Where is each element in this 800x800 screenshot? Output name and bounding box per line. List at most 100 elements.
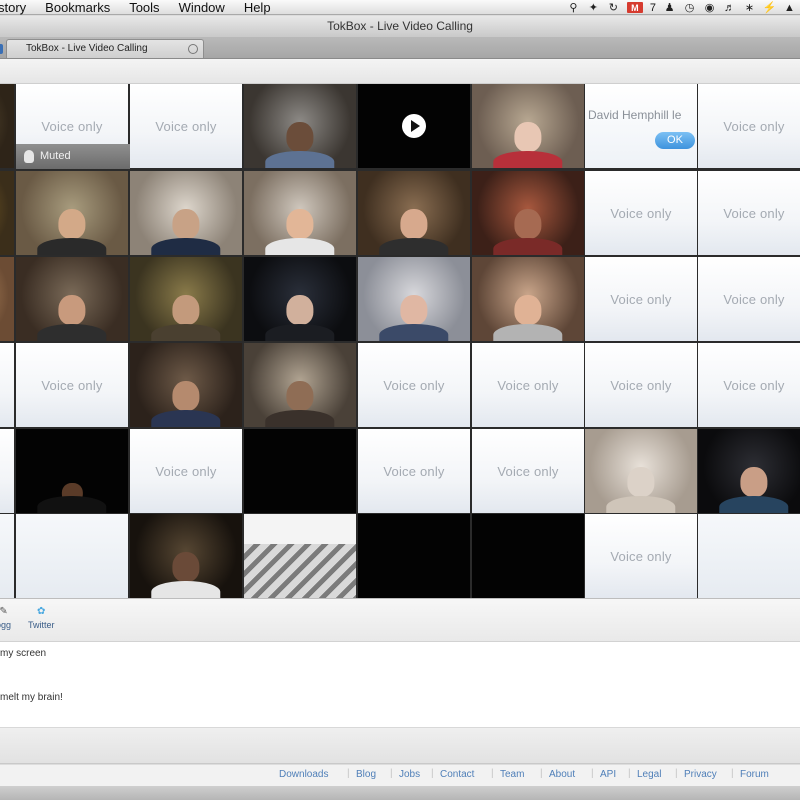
participant-silhouette [37,294,107,341]
footer-link-blog[interactable]: Blog [356,769,376,780]
menu-bookmarks[interactable]: Bookmarks [45,0,110,15]
share-bar: ✎ ogg ✿ Twitter [0,598,800,642]
menu-bar: story Bookmarks Tools Window Help ⚲ ✦ ↻ … [0,0,800,15]
footer-link-api[interactable]: API [600,769,616,780]
footer-separator: | [431,768,434,779]
voice-only-label: Voice only [610,377,672,393]
footer-link-jobs[interactable]: Jobs [399,769,420,780]
dark-video-tile[interactable] [16,429,128,513]
speaker-icon[interactable]: ♬ [723,1,736,14]
voice-only-tile[interactable]: Voice only [358,343,470,427]
voice-only-tile[interactable]: Voice only [358,429,470,513]
participant-video-tile[interactable] [244,257,356,341]
participant-video-tile[interactable] [0,171,14,255]
participant-video-tile[interactable] [472,257,584,341]
participant-silhouette [265,380,335,427]
footer-link-downloads[interactable]: Downloads [279,769,328,780]
user-icon[interactable]: ♟ [663,1,676,14]
voice-only-tile[interactable]: Voice only [698,343,800,427]
voice-only-tile[interactable]: Voice only [472,429,584,513]
menu-help[interactable]: Help [244,0,271,15]
menu-tools[interactable]: Tools [129,0,159,15]
footer-separator: | [628,768,631,779]
participant-video-tile[interactable] [244,171,356,255]
voice-only-label: Voice only [155,463,217,479]
footer-link-contact[interactable]: Contact [440,769,474,780]
sidebar-toggle-icon[interactable] [0,44,3,54]
participant-video-tile[interactable] [698,429,800,513]
participant-video-tile[interactable] [358,257,470,341]
twitter-icon: ✿ [37,606,46,617]
bluetooth-icon[interactable]: ∗ [743,1,756,14]
participant-silhouette [719,466,789,513]
bolt-icon[interactable]: ⚡ [763,1,777,14]
voice-only-tile[interactable]: Voice only [585,514,697,598]
magnifier-icon[interactable]: ⚲ [567,1,580,14]
script-icon[interactable]: ✦ [587,1,600,14]
chat-input[interactable] [0,728,800,764]
join-notice-tile[interactable]: David Hemphill le OK [585,84,697,168]
voice-only-tile[interactable]: Voice only [585,171,697,255]
participant-video-tile[interactable] [472,171,584,255]
dark-video-tile[interactable] [244,429,356,513]
participant-silhouette [493,121,563,168]
chat-message: my screen [0,648,47,659]
dark-video-tile[interactable] [358,514,470,598]
tab-tokbox[interactable]: TokBox - Live Video Calling [6,39,204,58]
ok-button[interactable]: OK [655,132,695,149]
participant-video-tile[interactable] [16,171,128,255]
clock-icon[interactable]: ◷ [683,1,696,14]
voice-only-tile[interactable]: Voice only [585,343,697,427]
network-icon[interactable]: ◉ [703,1,716,14]
footer-link-about[interactable]: About [549,769,575,780]
participant-video-tile[interactable] [130,171,242,255]
participant-video-tile[interactable] [130,514,242,598]
participant-video-tile[interactable] [0,84,14,168]
participant-silhouette [606,466,676,513]
share-blog-button[interactable]: ✎ ogg [0,606,11,631]
striped-video-tile[interactable] [244,514,356,598]
play-icon[interactable] [402,114,426,138]
status-icons: ⚲ ✦ ↻ M 7 ♟ ◷ ◉ ♬ ∗ ⚡ ▲ [567,0,796,15]
voice-only-label: Voice only [610,291,672,307]
voice-only-label: Voice only [610,548,672,564]
voice-only-tile[interactable]: Voice only [130,429,242,513]
share-twitter-label: Twitter [28,620,55,630]
menu-history[interactable]: story [0,0,26,15]
voice-only-tile[interactable]: Voice only [16,343,128,427]
voice-only-tile[interactable]: Voice only [698,84,800,168]
participant-video-tile[interactable] [585,429,697,513]
participant-video-tile[interactable] [358,171,470,255]
participant-video-tile[interactable] [244,343,356,427]
voice-only-tile[interactable]: Voice only [130,84,242,168]
gmail-icon[interactable]: M [626,2,643,13]
footer-link-forum[interactable]: Forum [740,769,769,780]
pen-icon: ✎ [0,606,8,617]
paused-video-tile[interactable] [358,84,470,168]
share-twitter-button[interactable]: ✿ Twitter [28,606,55,631]
close-tab-icon[interactable] [188,44,198,54]
footer-link-legal[interactable]: Legal [637,769,661,780]
sync-icon[interactable]: ↻ [607,1,620,14]
voice-only-label: Voice only [41,377,103,393]
footer-link-privacy[interactable]: Privacy [684,769,717,780]
participant-video-tile[interactable] [130,343,242,427]
participant-video-tile[interactable] [16,257,128,341]
voice-only-tile[interactable]: Voice only [0,429,14,513]
voice-only-tile[interactable]: Voice only [0,343,14,427]
tab-bar: TokBox - Live Video Calling [0,37,800,59]
participant-video-tile[interactable] [472,84,584,168]
voice-only-tile[interactable]: Voice only [698,257,800,341]
menu-window[interactable]: Window [179,0,225,15]
voice-only-tile[interactable]: Voice only [698,171,800,255]
wifi-icon[interactable]: ▲ [783,1,796,14]
participant-video-tile[interactable] [0,257,14,341]
footer-link-team[interactable]: Team [500,769,524,780]
voice-only-tile[interactable]: Voice only [472,343,584,427]
participant-video-tile[interactable] [244,84,356,168]
participant-video-tile[interactable] [130,257,242,341]
voice-only-tile[interactable]: Voice only [585,257,697,341]
join-notice-text: David Hemphill le [588,108,682,122]
footer-separator: | [731,768,734,779]
dark-video-tile[interactable] [472,514,584,598]
